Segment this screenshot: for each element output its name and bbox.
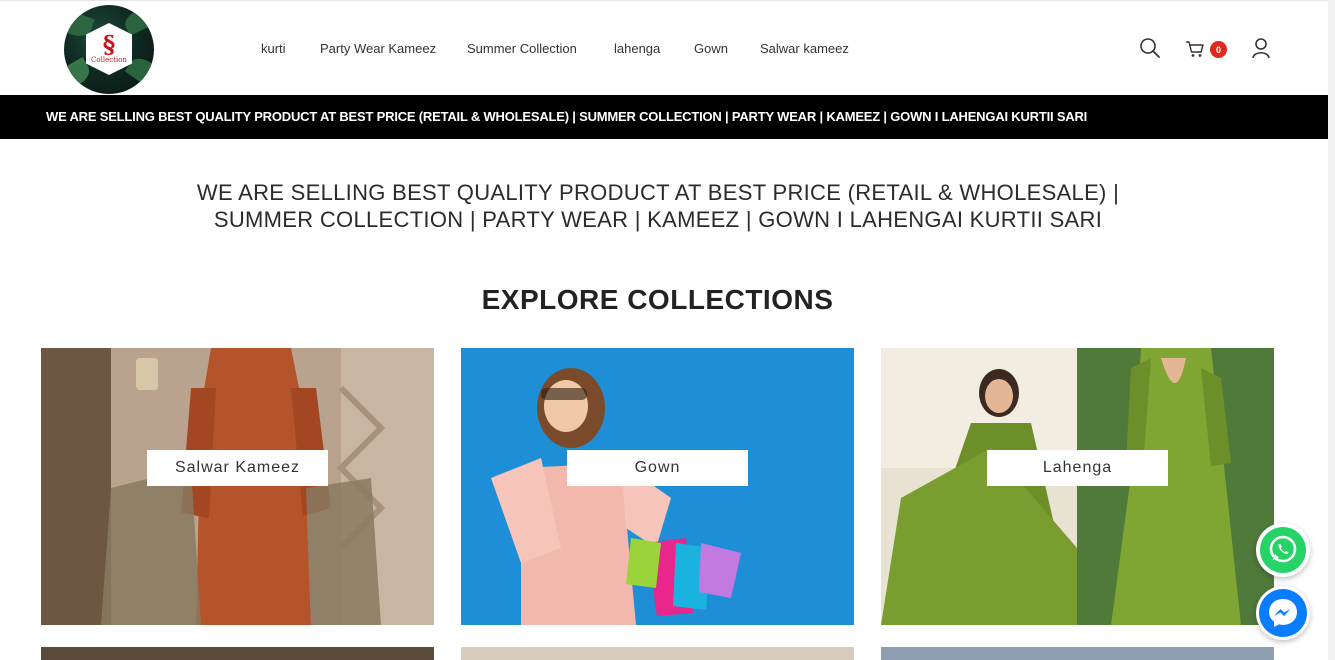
collection-card-row2-3[interactable] [881, 647, 1274, 660]
whatsapp-button[interactable] [1256, 523, 1310, 577]
page-scrollbar[interactable] [1328, 0, 1335, 660]
salwar-kameez-image [41, 348, 434, 625]
lahenga-image [881, 348, 1274, 625]
site-header: § Collection kurti Party Wear Kameez Sum… [0, 4, 1335, 95]
search-icon[interactable] [1139, 37, 1163, 61]
nav-item-party-wear-kameez[interactable]: Party Wear Kameez [320, 41, 436, 56]
nav-item-lahenga[interactable]: lahenga [614, 41, 660, 56]
user-icon[interactable] [1251, 37, 1275, 61]
nav-item-salwar-kameez[interactable]: Salwar kameez [760, 41, 849, 56]
cart-icon[interactable] [1185, 40, 1209, 64]
collection-card-row2-2[interactable] [461, 647, 854, 660]
nav-item-kurti[interactable]: kurti [261, 41, 286, 56]
collections-title: EXPLORE COLLECTIONS [481, 284, 834, 315]
messenger-button[interactable] [1256, 586, 1310, 640]
collection-card-salwar-kameez[interactable]: Salwar Kameez [41, 348, 434, 625]
nav-item-summer-collection[interactable]: Summer Collection [467, 41, 577, 56]
main-nav: kurti Party Wear Kameez Summer Collectio… [0, 4, 900, 95]
collection-label-gown: Gown [567, 450, 748, 486]
intro-headline: WE ARE SELLING BEST QUALITY PRODUCT AT B… [196, 180, 1120, 232]
collection-card-row2-1[interactable] [41, 647, 434, 660]
announcement-bar: WE ARE SELLING BEST QUALITY PRODUCT AT B… [0, 95, 1335, 139]
cart-count-badge: 0 [1210, 41, 1227, 58]
announcement-text: WE ARE SELLING BEST QUALITY PRODUCT AT B… [46, 109, 1088, 124]
nav-item-gown[interactable]: Gown [694, 41, 728, 56]
whatsapp-icon [1260, 527, 1306, 573]
gown-image [461, 348, 854, 625]
collection-card-lahenga[interactable]: Lahenga [881, 348, 1274, 625]
collection-label-salwar-kameez: Salwar Kameez [147, 450, 328, 486]
collection-card-gown[interactable]: Gown [461, 348, 854, 625]
messenger-icon [1259, 589, 1307, 637]
collection-label-lahenga: Lahenga [987, 450, 1168, 486]
